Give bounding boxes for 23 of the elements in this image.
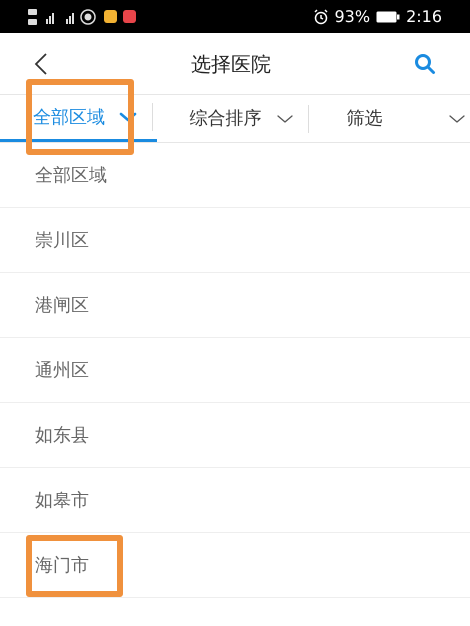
filter-tab[interactable]: 筛选 bbox=[313, 95, 470, 142]
notification-icon bbox=[123, 10, 136, 23]
filter-tab[interactable]: 综合排序 bbox=[156, 95, 314, 142]
signal-icon bbox=[28, 6, 98, 26]
filter-label: 筛选 bbox=[346, 107, 382, 131]
page-title: 选择医院 bbox=[191, 50, 271, 78]
region-item[interactable]: 海门市 bbox=[0, 533, 470, 598]
alarm-icon bbox=[312, 8, 328, 24]
search-icon[interactable] bbox=[414, 52, 436, 74]
region-item[interactable]: 如皋市 bbox=[0, 468, 470, 533]
clock: 2:16 bbox=[406, 6, 442, 28]
filter-tab[interactable]: 全部区域 bbox=[0, 95, 157, 142]
filter-label: 综合排序 bbox=[190, 107, 262, 131]
region-item[interactable]: 全部区域 bbox=[0, 143, 470, 208]
battery-icon bbox=[376, 10, 400, 22]
region-item[interactable]: 如东县 bbox=[0, 403, 470, 468]
back-icon[interactable] bbox=[34, 52, 48, 76]
battery-percent: 93% bbox=[334, 6, 370, 28]
region-item[interactable]: 港闸区 bbox=[0, 273, 470, 338]
notification-icon bbox=[104, 10, 117, 23]
filter-label: 全部区域 bbox=[33, 106, 105, 130]
region-item[interactable]: 通州区 bbox=[0, 338, 470, 403]
region-item[interactable]: 崇川区 bbox=[0, 208, 470, 273]
